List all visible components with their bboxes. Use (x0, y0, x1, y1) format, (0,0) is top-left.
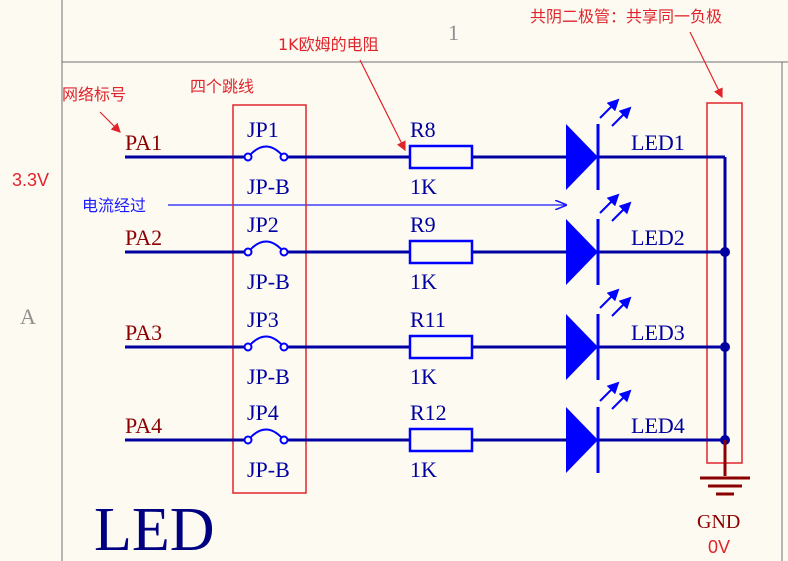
light-ray-icon (611, 201, 632, 222)
annotation-current-flow: 电流经过 (82, 196, 146, 215)
light-ray-icon (599, 98, 620, 119)
resistor-designator: R8 (410, 117, 436, 142)
led-designator: LED3 (631, 320, 685, 345)
jumper-designator: JP1 (247, 117, 279, 142)
ground-label: GND (697, 511, 740, 533)
ground-voltage: 0V (708, 537, 730, 557)
jumper-type: JP-B (247, 269, 290, 294)
light-ray-icon (611, 296, 632, 317)
net-label-arrow (99, 111, 121, 133)
cathode-arrow (689, 31, 723, 99)
resistor-designator: R11 (410, 307, 446, 332)
jumper-designator: JP4 (247, 400, 279, 425)
light-ray-icon (611, 389, 632, 410)
resistor-value: 1K (410, 364, 437, 389)
jumper-link-icon (249, 335, 283, 346)
led-designator: LED1 (631, 130, 685, 155)
jumpers-highlight-box (232, 104, 307, 494)
annotation-net-label: 网络标号 (62, 85, 126, 104)
channel-1: PA1 JP1 JP-B R8 1K LED1 (125, 98, 725, 199)
junction-dot (720, 342, 730, 352)
resistor-designator: R12 (410, 400, 447, 425)
jumper-designator: JP3 (247, 307, 279, 332)
led-schematic: 1 A 共阴二极管：共享同一负极 1K欧姆的电阻 网络标号 四个跳线 3.3V … (12, 0, 788, 561)
channel-4: PA4 JP4 JP-B R12 1K LED4 (125, 381, 730, 482)
resistor-body-icon (408, 334, 474, 360)
jumper-link-icon (249, 145, 283, 156)
annotation-voltage: 3.3V (12, 170, 49, 190)
sheet-column-label: 1 (448, 20, 459, 45)
sheet-row-label: A (20, 304, 36, 329)
jumper-designator: JP2 (247, 212, 279, 237)
jumper-type: JP-B (247, 457, 290, 482)
resistor-body-icon (408, 427, 474, 453)
resistor-value: 1K (410, 174, 437, 199)
led-designator: LED2 (631, 225, 685, 250)
light-ray-icon (599, 381, 620, 402)
annotation-resistor: 1K欧姆的电阻 (278, 35, 379, 54)
net-label-pa1: PA1 (125, 130, 162, 155)
net-label-pa4: PA4 (125, 413, 162, 438)
channel-3: PA3 JP3 JP-B R11 1K LED3 (125, 288, 730, 389)
channel-2: PA2 JP2 JP-B R9 1K LED2 (125, 193, 730, 294)
resistor-value: 1K (410, 269, 437, 294)
led-triangle-icon (566, 314, 598, 380)
junction-dot (720, 247, 730, 257)
net-label-pa3: PA3 (125, 320, 162, 345)
annotation-jumpers: 四个跳线 (190, 77, 254, 96)
annotation-common-cathode: 共阴二极管：共享同一负极 (530, 7, 722, 26)
jumper-type: JP-B (247, 174, 290, 199)
sheet-title: LED (94, 496, 215, 561)
light-ray-icon (599, 193, 620, 214)
jumper-type: JP-B (247, 364, 290, 389)
led-triangle-icon (566, 124, 598, 190)
jumper-link-icon (249, 240, 283, 251)
jumper-link-icon (249, 428, 283, 439)
light-ray-icon (611, 106, 632, 127)
resistor-body-icon (408, 239, 474, 265)
resistor-body-icon (408, 144, 474, 170)
net-label-pa2: PA2 (125, 225, 162, 250)
led-triangle-icon (566, 407, 598, 473)
resistor-arrow (359, 59, 406, 152)
led-designator: LED4 (631, 413, 685, 438)
light-ray-icon (599, 288, 620, 309)
led-triangle-icon (566, 219, 598, 285)
resistor-value: 1K (410, 457, 437, 482)
resistor-designator: R9 (410, 212, 436, 237)
